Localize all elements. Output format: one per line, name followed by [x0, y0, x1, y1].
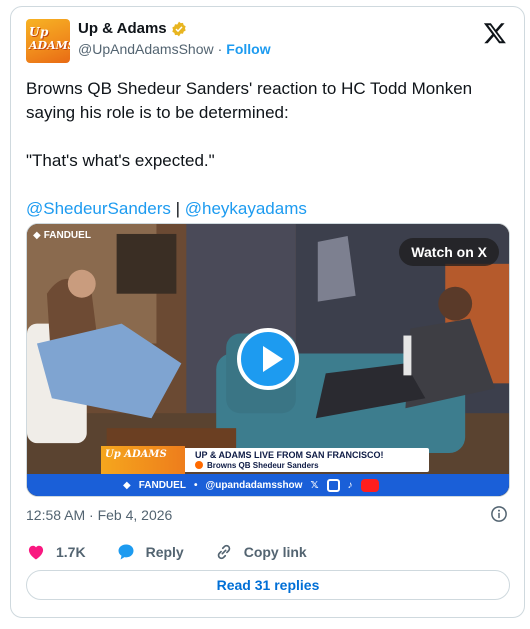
ticker-handle: @upandadamsshow: [205, 479, 303, 491]
lower-third-banner: Up ADAMS UP & ADAMS LIVE FROM SAN FRANCI…: [101, 446, 429, 474]
heart-icon: [28, 545, 44, 560]
ticker-dot: •: [193, 479, 198, 491]
lower-third-logo-top: Up: [105, 449, 121, 460]
post-card: Up ADAMS Up & Adams @UpAndAdamsShow · Fo…: [10, 6, 525, 618]
action-bar: 1.7K Reply Copy link: [26, 542, 337, 562]
browns-logo-icon: [195, 461, 203, 469]
read-replies-button[interactable]: Read 31 replies: [26, 570, 510, 600]
info-icon[interactable]: [490, 505, 508, 523]
avatar-text-bottom: ADAMS: [29, 39, 70, 52]
lower-third-title: UP & ADAMS LIVE FROM SAN FRANCISCO!: [195, 450, 384, 460]
author-name[interactable]: Up & Adams: [78, 20, 167, 37]
fanduel-corner-label: FANDUEL: [43, 230, 91, 241]
reply-label: Reply: [145, 544, 184, 560]
follow-button[interactable]: Follow: [226, 41, 270, 57]
video-player[interactable]: ◆ FANDUEL Watch on X Up ADAMS UP & ADAMS…: [26, 223, 510, 497]
ticker-brand: FANDUEL: [138, 479, 186, 491]
video-ticker: ◆ FANDUEL • @upandadamsshow 𝕏 ♪: [27, 474, 509, 496]
reply-button[interactable]: Reply: [116, 542, 184, 562]
mention-link-shedeur[interactable]: @ShedeurSanders: [26, 199, 171, 218]
author-handle[interactable]: @UpAndAdamsShow: [78, 41, 214, 57]
ticker-instagram-icon: [326, 478, 340, 492]
x-logo-icon[interactable]: [483, 21, 507, 45]
post-mentions: @ShedeurSanders | @heykayadams: [26, 197, 516, 221]
fanduel-shield-icon: ◆: [33, 230, 41, 241]
verified-badge-icon: [171, 21, 186, 36]
lower-third-logo: Up ADAMS: [101, 446, 185, 474]
fanduel-corner-tag: ◆ FANDUEL: [33, 230, 91, 241]
play-button-icon[interactable]: [237, 328, 299, 390]
post-quote: "That's what's expected.": [26, 151, 215, 170]
post-header: Up ADAMS Up & Adams @UpAndAdamsShow · Fo…: [26, 19, 509, 67]
post-text: Browns QB Shedeur Sanders' reaction to H…: [26, 77, 516, 221]
mention-link-kay[interactable]: @heykayadams: [185, 199, 307, 218]
mention-separator: |: [170, 199, 185, 218]
lower-third-logo-bottom: ADAMS: [124, 449, 167, 460]
reply-bubble-icon: [118, 544, 134, 560]
post-text-line: Browns QB Shedeur Sanders' reaction to H…: [26, 79, 473, 122]
watch-on-x-button[interactable]: Watch on X: [399, 238, 499, 266]
copy-link-button[interactable]: Copy link: [214, 542, 307, 562]
ticker-youtube-icon: [360, 478, 379, 492]
ticker-fanduel-icon: ◆: [123, 479, 131, 491]
avatar-text-top: Up: [29, 25, 49, 39]
like-button[interactable]: 1.7K: [26, 542, 86, 562]
copy-link-label: Copy link: [243, 544, 307, 560]
handle-separator: ·: [217, 41, 223, 57]
lower-third-subtitle: Browns QB Shedeur Sanders: [207, 461, 319, 470]
ticker-tiktok-icon: ♪: [347, 479, 353, 491]
link-icon: [217, 544, 230, 560]
ticker-x-icon: 𝕏: [310, 479, 319, 491]
avatar[interactable]: Up ADAMS: [26, 19, 70, 63]
like-count: 1.7K: [56, 544, 86, 560]
post-timestamp[interactable]: 12:58 AM · Feb 4, 2026: [26, 507, 172, 523]
